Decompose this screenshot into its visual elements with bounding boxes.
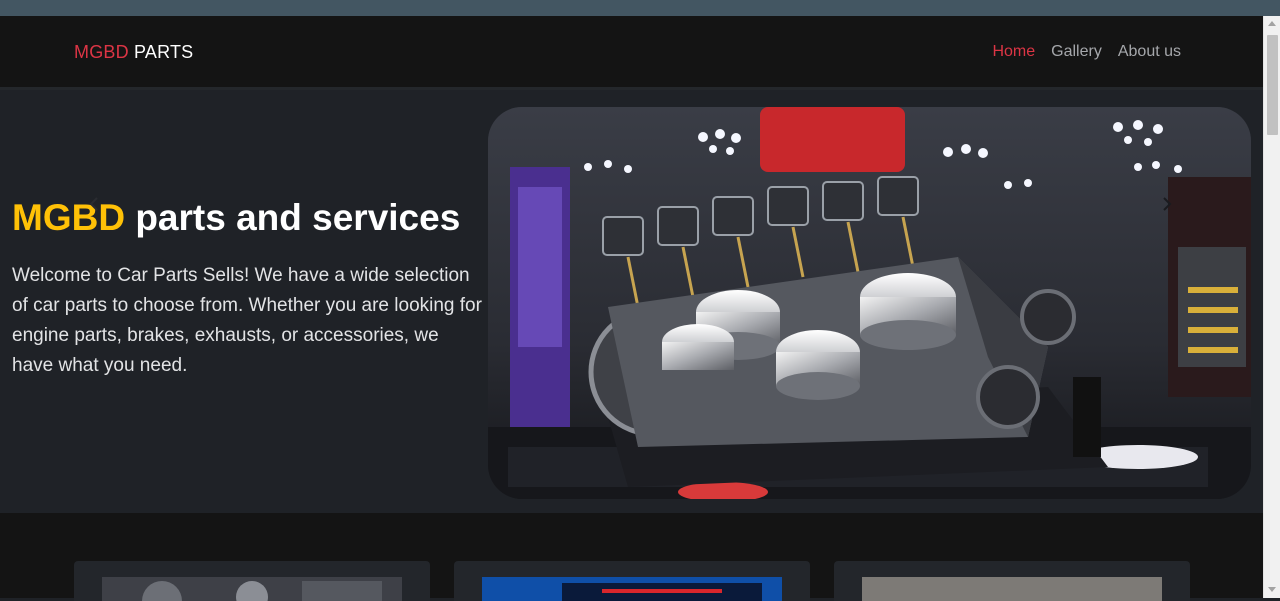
brand-logo[interactable]: MGBD PARTS: [74, 42, 193, 63]
card-2[interactable]: [454, 561, 810, 601]
scroll-down-arrow-icon[interactable]: [1268, 587, 1276, 592]
nav-link-about-us[interactable]: About us: [1118, 43, 1181, 61]
hero-title: MGBD parts and services: [12, 197, 482, 239]
hero-title-rest: parts and services: [135, 197, 461, 238]
hero-text: MGBD parts and services Welcome to Car P…: [12, 197, 482, 381]
nav-link-home[interactable]: Home: [992, 43, 1035, 61]
browser-top-strip: [0, 0, 1280, 16]
hero-carousel-image[interactable]: [488, 107, 1251, 499]
navbar: MGBD PARTS Home Gallery About us: [0, 16, 1263, 90]
card-1-image: [102, 577, 402, 601]
card-2-image: [482, 577, 782, 601]
chevron-left-icon[interactable]: [87, 196, 101, 212]
hero-section: MGBD parts and services Welcome to Car P…: [0, 93, 1263, 513]
scroll-up-arrow-icon[interactable]: [1268, 21, 1276, 26]
scrollbar-thumb[interactable]: [1267, 35, 1278, 135]
card-3-image: [862, 577, 1162, 601]
brand-part-2: PARTS: [134, 42, 194, 62]
cards-section: [0, 513, 1263, 601]
card-3[interactable]: [834, 561, 1190, 601]
v8-engine-photo: [488, 107, 1251, 499]
nav-links: Home Gallery About us: [992, 43, 1181, 61]
card-1[interactable]: [74, 561, 430, 601]
brand-part-1: MGBD: [74, 42, 129, 62]
nav-link-gallery[interactable]: Gallery: [1051, 43, 1102, 61]
chevron-right-icon[interactable]: [1160, 196, 1174, 212]
hero-title-accent: MGBD: [12, 197, 126, 238]
hero-description: Welcome to Car Parts Sells! We have a wi…: [12, 265, 482, 376]
page-scrollbar[interactable]: [1263, 16, 1280, 598]
